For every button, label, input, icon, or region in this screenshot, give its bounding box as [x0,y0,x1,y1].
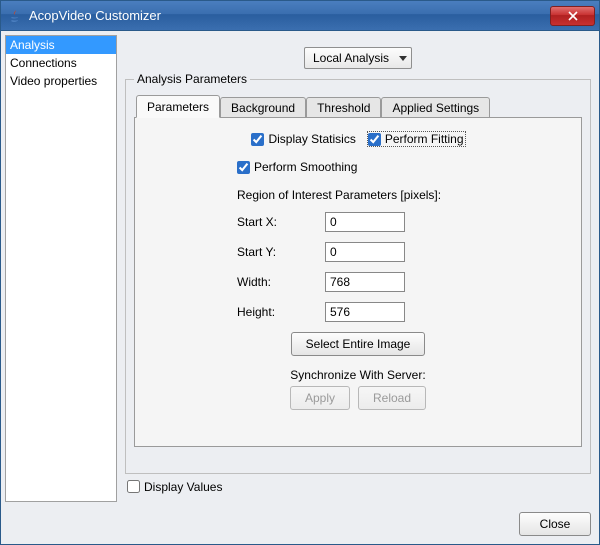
input-height[interactable] [325,302,405,322]
java-app-icon [7,8,23,24]
dialog-window: AcopVideo Customizer Analysis Connection… [0,0,600,545]
titlebar[interactable]: AcopVideo Customizer [1,1,599,31]
button-label: Select Entire Image [306,337,411,351]
sidebar-item-label: Connections [10,56,77,70]
tab-applied-settings[interactable]: Applied Settings [381,97,490,118]
checkbox-input[interactable] [251,133,264,146]
close-button[interactable]: Close [519,512,591,536]
window-title: AcopVideo Customizer [29,8,550,23]
button-label: Reload [373,391,411,405]
window-close-button[interactable] [550,6,595,26]
tab-parameters[interactable]: Parameters [136,95,220,118]
input-start-x[interactable] [325,212,405,232]
input-start-y[interactable] [325,242,405,262]
checkbox-row-1: Display Statisics Perform Fitting [145,132,571,146]
checkbox-display-values[interactable]: Display Values [127,480,222,494]
tab-label: Applied Settings [392,101,479,115]
tab-panel-parameters: Display Statisics Perform Fitting Perfor… [134,117,582,447]
label-start-y: Start Y: [145,245,325,259]
dialog-body: Analysis Connections Video properties Lo… [1,31,599,506]
tab-background[interactable]: Background [220,97,306,118]
tab-label: Background [231,101,295,115]
analysis-parameters-fieldset: Analysis Parameters Parameters Backgroun… [125,79,591,474]
checkbox-perform-smoothing[interactable]: Perform Smoothing [237,160,357,174]
label-height: Height: [145,305,325,319]
sidebar-item-label: Analysis [10,38,55,52]
dialog-footer: Close [1,506,599,544]
display-values-row: Display Values [121,478,595,503]
select-entire-image-button[interactable]: Select Entire Image [291,332,426,356]
checkbox-label: Perform Smoothing [254,160,357,174]
sync-label: Synchronize With Server: [145,368,571,382]
checkbox-label: Display Values [144,480,222,494]
tab-label: Threshold [317,101,370,115]
dropdown-value: Local Analysis [313,51,389,65]
checkbox-input[interactable] [237,161,250,174]
sidebar-item-video-properties[interactable]: Video properties [6,72,116,90]
tab-bar: Parameters Background Threshold Applied … [136,94,582,117]
tab-threshold[interactable]: Threshold [306,97,381,118]
sidebar-item-label: Video properties [10,74,97,88]
category-sidebar: Analysis Connections Video properties [5,35,117,502]
analysis-mode-dropdown[interactable]: Local Analysis [304,47,412,69]
main-panel: Local Analysis Analysis Parameters Param… [121,35,595,502]
row-height: Height: [145,302,571,322]
sync-button-row: Apply Reload [145,386,571,410]
checkbox-label: Perform Fitting [385,132,464,146]
input-width[interactable] [325,272,405,292]
checkbox-label: Display Statisics [268,132,355,146]
sidebar-item-connections[interactable]: Connections [6,54,116,72]
checkbox-perform-fitting[interactable]: Perform Fitting [368,132,465,146]
reload-button: Reload [358,386,426,410]
label-start-x: Start X: [145,215,325,229]
checkbox-input[interactable] [368,133,381,146]
apply-button: Apply [290,386,350,410]
chevron-down-icon [399,56,407,61]
button-label: Close [540,517,571,531]
checkbox-input[interactable] [127,480,140,493]
row-start-y: Start Y: [145,242,571,262]
fieldset-legend: Analysis Parameters [134,72,250,86]
checkbox-row-2: Perform Smoothing [145,160,571,174]
select-entire-image-row: Select Entire Image [145,332,571,356]
sidebar-item-analysis[interactable]: Analysis [6,36,116,54]
tab-label: Parameters [147,100,209,114]
row-width: Width: [145,272,571,292]
button-label: Apply [305,391,335,405]
analysis-mode-row: Local Analysis [121,35,595,77]
label-width: Width: [145,275,325,289]
roi-header: Region of Interest Parameters [pixels]: [145,188,571,202]
row-start-x: Start X: [145,212,571,232]
checkbox-display-statistics[interactable]: Display Statisics [251,132,355,146]
